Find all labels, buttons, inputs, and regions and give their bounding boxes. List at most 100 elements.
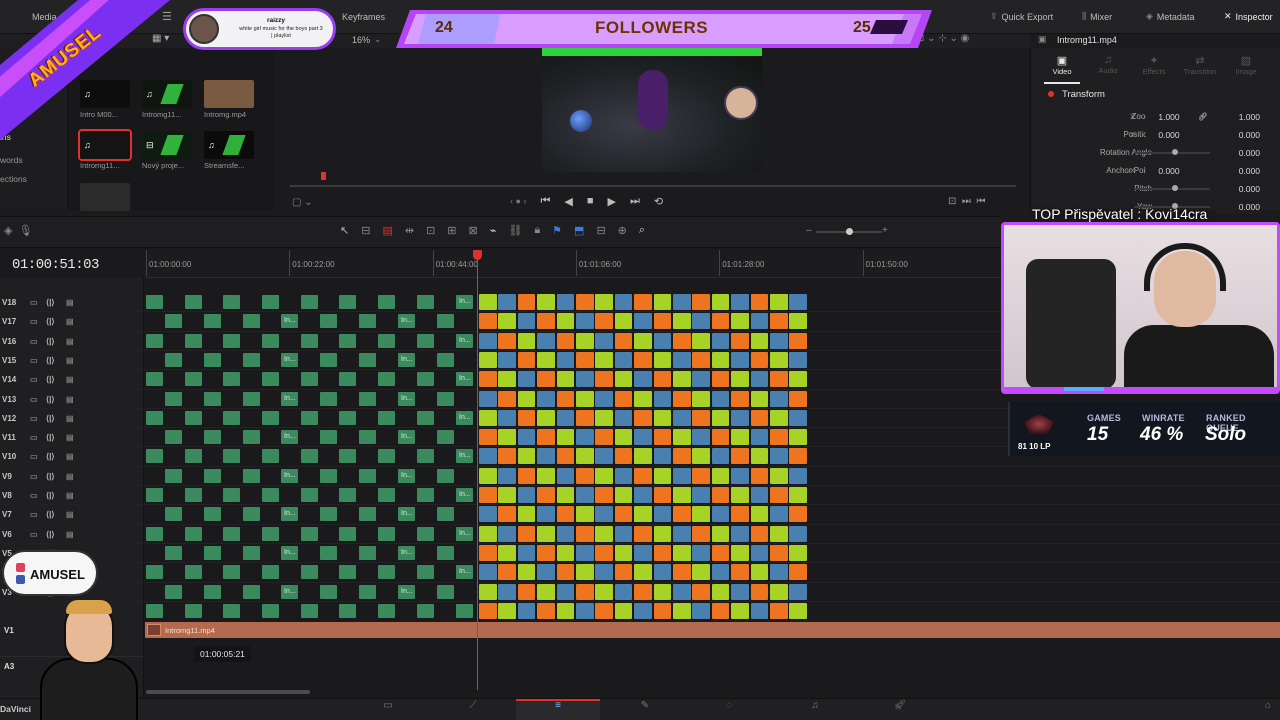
timeline-clip[interactable] [595,409,613,426]
timeline-clip[interactable] [653,467,672,484]
timeline-clip-green[interactable] [417,449,434,464]
timeline-clip-green[interactable] [320,352,337,367]
timeline-clip[interactable] [692,429,710,446]
timeline-clip-green[interactable] [378,372,395,387]
track-visibility-icon[interactable]: ▤ [66,375,74,384]
snapping-icon[interactable]: ⌁ [490,224,497,237]
timeline-clip[interactable] [673,448,691,465]
zoom-level-select[interactable]: 16% ⌄ [352,34,382,45]
media-page-icon[interactable]: ▭ [378,700,398,716]
timeline-clip[interactable] [595,583,613,600]
timeline-clip[interactable] [750,332,769,349]
timeline-clip[interactable] [614,602,633,619]
skip-back-icon[interactable]: ⏮ [540,195,550,208]
track-lock-icon[interactable]: ▭ [30,433,38,442]
overwrite-clip-icon[interactable]: ⊞ [447,224,456,237]
timeline-clip[interactable] [770,409,788,426]
timeline-clip[interactable] [576,467,594,484]
timeline-clip-green[interactable] [359,468,376,483]
timeline-clip-green[interactable]: In... [456,526,473,541]
loop-icon[interactable]: ⟲ [654,195,663,208]
skip-forward-icon[interactable]: ⏭ [630,195,640,208]
timeline-clip[interactable] [614,371,633,388]
inspector-value-field[interactable]: 0.000 [1216,146,1262,160]
timeline-clip-green[interactable] [417,488,434,502]
timeline-clip-green[interactable] [165,468,182,483]
timeline-clip-green[interactable] [301,295,318,309]
timeline-clip-green[interactable] [262,410,279,425]
timeline-clip-green[interactable] [165,584,182,599]
timeline-clip[interactable] [517,332,536,349]
timeline-clip[interactable] [479,506,497,523]
timeline-clip[interactable] [673,390,691,407]
timeline-clip[interactable] [614,544,633,561]
lock-icon[interactable]: 🔒︎ [534,224,540,237]
timeline-clip[interactable] [673,371,691,388]
timeline-clip[interactable] [692,487,710,503]
timeline-clip-green[interactable]: In... [398,314,415,329]
timeline-clip[interactable] [692,313,710,330]
timeline-clip-green[interactable] [185,526,202,541]
timeline-clip-green[interactable] [223,449,240,464]
timeline-clip[interactable] [517,313,536,330]
timeline-clip[interactable] [731,332,749,349]
timeline-clip[interactable] [576,351,594,368]
timeline-clip[interactable] [634,544,652,561]
timeline-clip[interactable] [653,544,672,561]
timeline-clip[interactable] [731,313,749,330]
timeline-clip-green[interactable] [243,314,260,329]
slider-knob[interactable] [1172,185,1178,191]
timeline-clip[interactable] [673,332,691,349]
timeline-clip[interactable] [498,351,516,368]
timeline-clip[interactable] [576,332,594,349]
timeline-clip[interactable] [653,564,672,581]
timeline-clip[interactable] [498,390,516,407]
timeline-clip[interactable] [653,487,672,503]
timeline-clip[interactable] [692,351,710,368]
timeline-clip[interactable] [595,602,613,619]
timeline-clip[interactable] [556,544,575,561]
timeline-clip[interactable] [673,544,691,561]
timeline-clip[interactable] [692,467,710,484]
timeline-clip[interactable] [770,332,788,349]
timeline-clip-green[interactable] [437,430,454,445]
dot-nav-icon[interactable]: ‹ ● › [510,196,526,206]
timeline-clip-green[interactable] [185,333,202,348]
timeline-clip-green[interactable] [417,410,434,425]
timeline-clip[interactable] [556,429,575,446]
timeline-clip-green[interactable] [378,449,395,464]
timeline-clip[interactable] [498,409,516,426]
track-visibility-icon[interactable]: ▤ [66,356,74,365]
timeline-clip-green[interactable] [320,584,337,599]
deliver-page-icon[interactable]: 🚀︎ [890,700,910,716]
play-icon[interactable]: ▶ [607,195,615,208]
timeline-clip-green[interactable] [456,603,473,618]
track-header-v16[interactable]: V16 ▭ ⟨|⟩ ▤ [0,332,88,351]
timeline-clip[interactable] [614,351,633,368]
timeline-clip[interactable] [731,448,749,465]
track-lock-icon[interactable]: ▭ [30,317,38,326]
timeline-clip-green[interactable] [146,372,163,387]
timeline-clip[interactable] [517,467,536,484]
timeline-clip[interactable] [770,371,788,388]
timeline-clip-green[interactable] [262,295,279,309]
timeline-clip-green[interactable] [359,352,376,367]
timeline-clip[interactable] [595,294,613,310]
timeline-clip-green[interactable] [320,545,337,560]
track-visibility-icon[interactable]: ▤ [66,414,74,423]
timeline-clip[interactable] [692,294,710,310]
timeline-clip[interactable] [556,448,575,465]
timeline-clip[interactable] [517,525,536,542]
timeline-clip[interactable] [517,371,536,388]
track-visibility-icon[interactable]: ▤ [66,491,74,500]
timeline-clip[interactable] [479,467,497,484]
timeline-clip[interactable] [789,544,807,561]
timeline-clip[interactable] [673,602,691,619]
timeline-clip[interactable] [692,564,710,581]
viewer-right-tools[interactable]: ⊡ ⏭ ⏮ [948,196,986,207]
timeline-clip[interactable] [537,506,555,523]
auto-track-icon[interactable]: ⟨|⟩ [46,414,54,423]
timeline-clip-green[interactable] [223,295,240,309]
media-clip-thumb[interactable]: ♫ [204,131,254,159]
timeline-clip[interactable] [576,544,594,561]
